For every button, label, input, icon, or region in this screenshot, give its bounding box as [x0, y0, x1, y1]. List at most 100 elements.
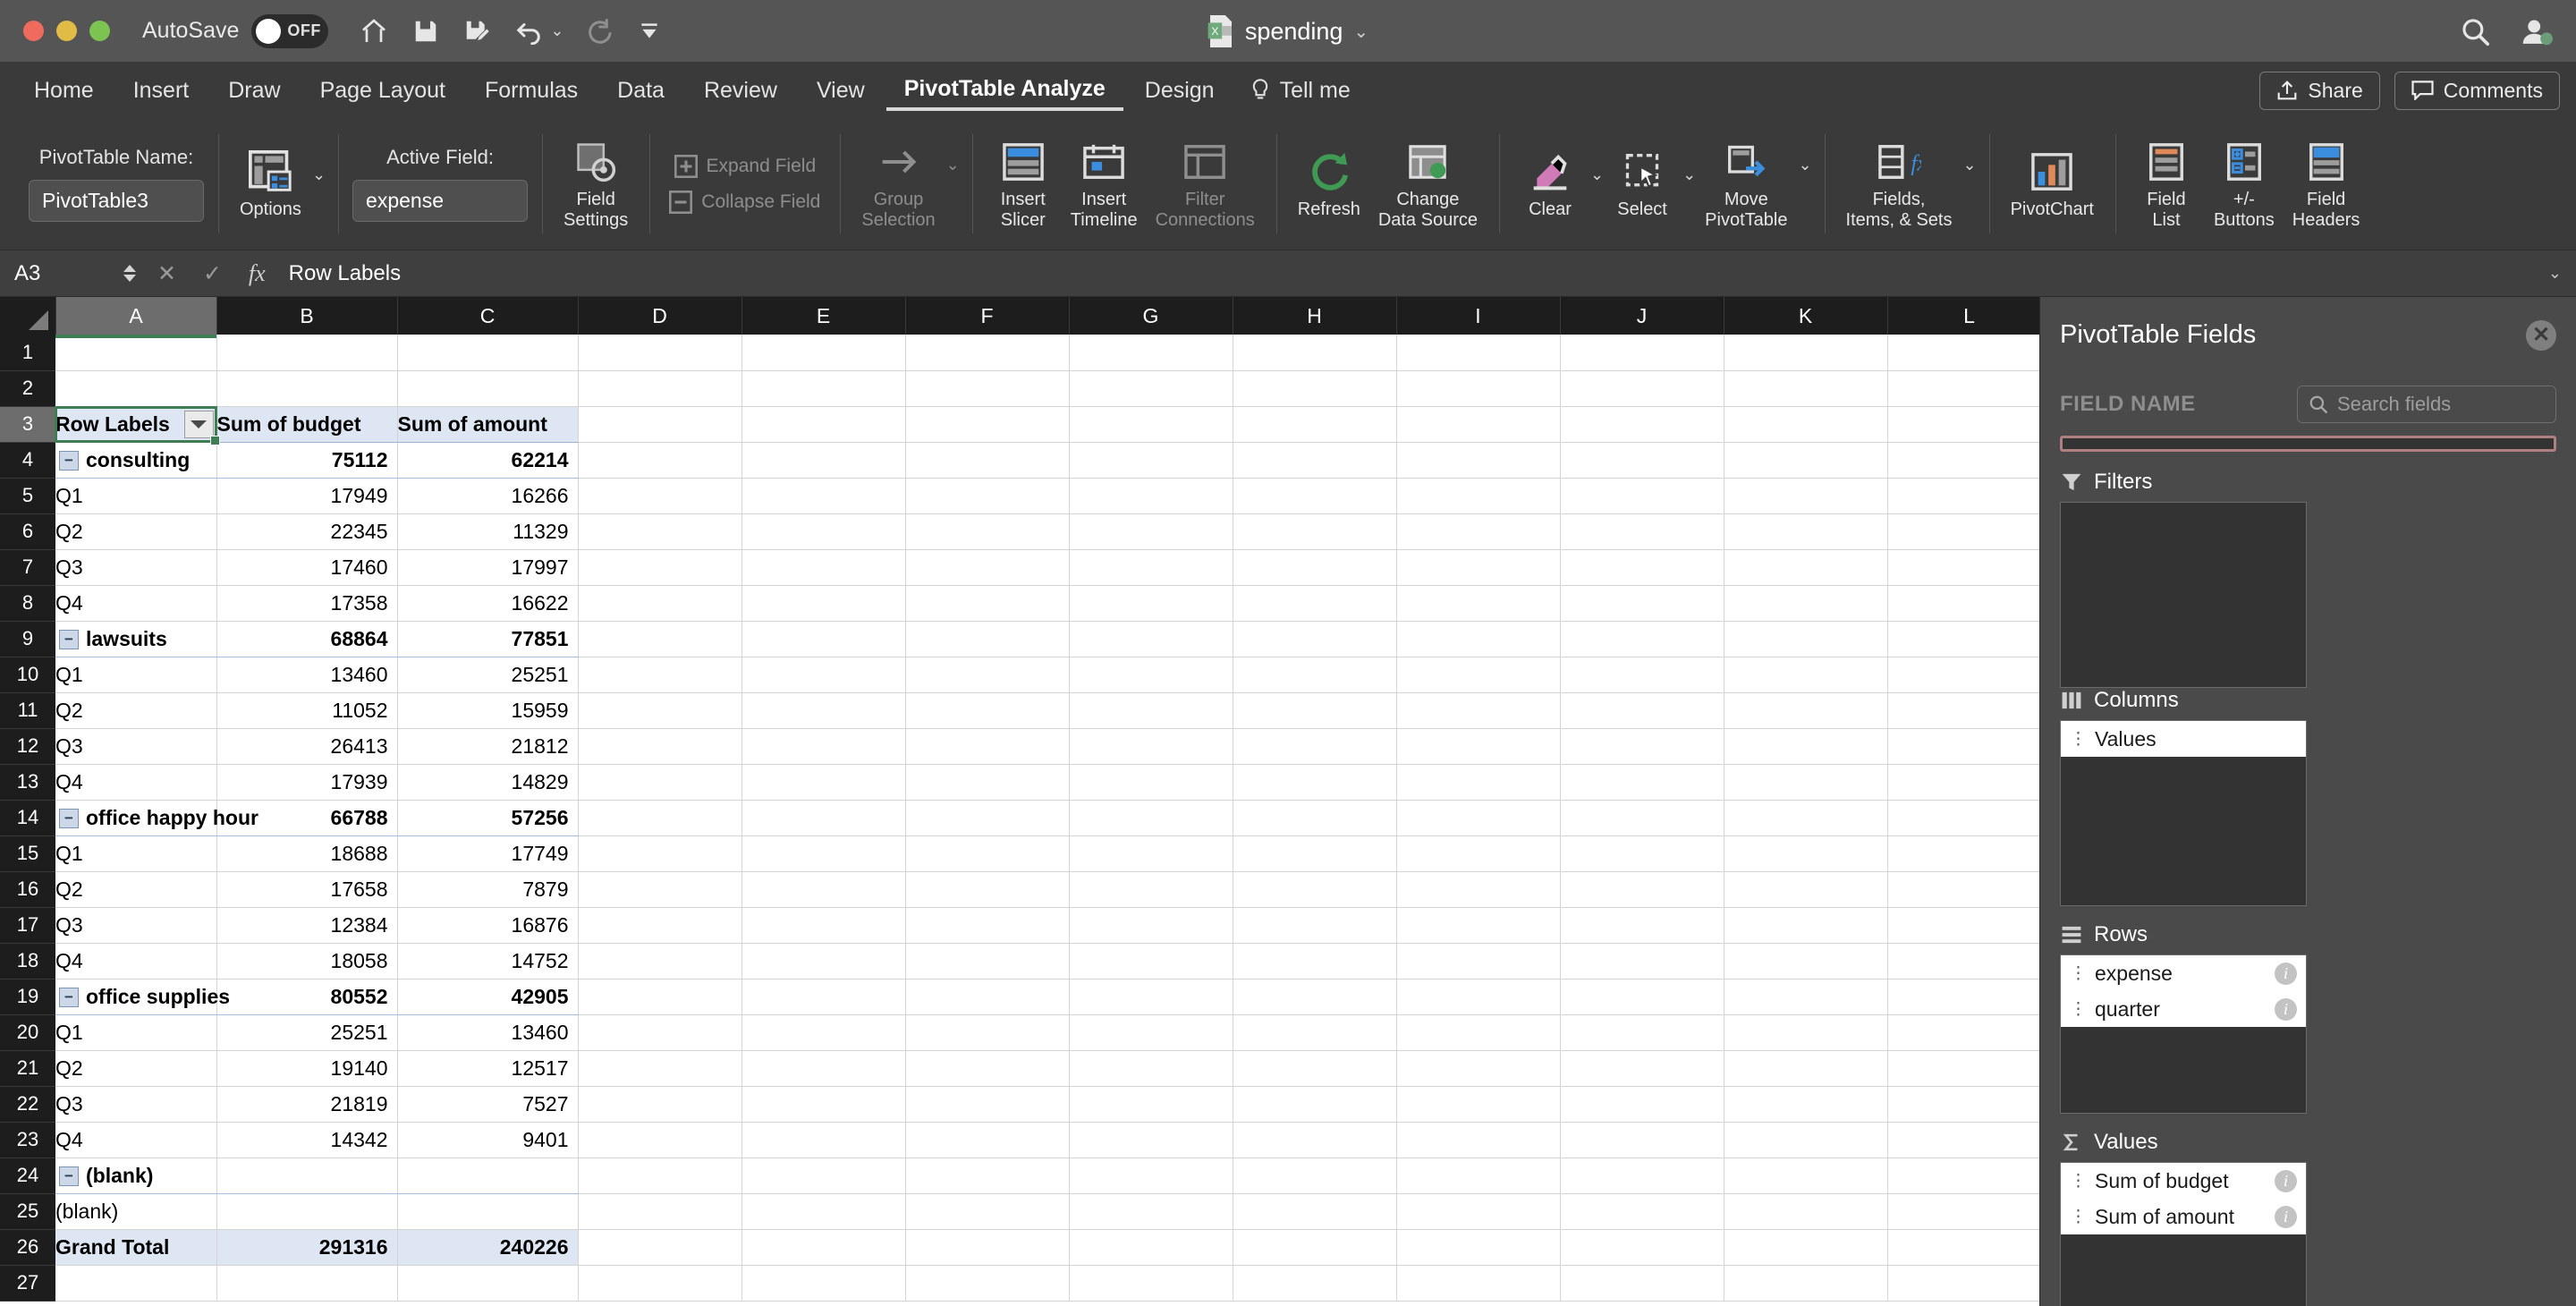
tab-review[interactable]: Review [686, 72, 795, 109]
tab-design[interactable]: Design [1127, 72, 1233, 109]
column-header-l[interactable]: L [1887, 297, 2039, 335]
cell-K9[interactable] [1724, 621, 1888, 657]
tab-page-layout[interactable]: Page Layout [302, 72, 463, 109]
cell-H23[interactable] [1233, 1122, 1397, 1158]
cell-H2[interactable] [1233, 370, 1397, 407]
spinner-up-icon[interactable] [123, 265, 136, 272]
collapse-group-button[interactable]: − [59, 1166, 79, 1187]
cell-A5[interactable]: Q1 [55, 478, 217, 514]
zone-chip-sum-of-budget[interactable]: ⋮ Sum of budget i [2061, 1163, 2306, 1199]
autosave-control[interactable]: AutoSave OFF [142, 13, 329, 48]
cell-H3[interactable] [1233, 406, 1397, 443]
cell-C24[interactable] [397, 1158, 579, 1194]
cell-G9[interactable] [1069, 621, 1233, 657]
cell-C5[interactable]: 16266 [397, 478, 579, 514]
cell-G26[interactable] [1069, 1229, 1233, 1266]
cell-J8[interactable] [1560, 585, 1724, 622]
cell-A14[interactable]: − office happy hour [55, 800, 258, 836]
cell-D12[interactable] [578, 728, 742, 765]
cell-B16[interactable]: 17658 [216, 871, 398, 908]
cell-A12[interactable]: Q3 [55, 728, 217, 765]
drag-handle-icon[interactable]: ⋮ [2070, 1171, 2087, 1192]
cell-G8[interactable] [1069, 585, 1233, 622]
cell-H22[interactable] [1233, 1086, 1397, 1123]
cell-F14[interactable] [905, 800, 1070, 836]
cell-K2[interactable] [1724, 370, 1888, 407]
cell-A21[interactable]: Q2 [55, 1050, 217, 1087]
zone-chip-quarter[interactable]: ⋮ quarter i [2061, 991, 2306, 1027]
move-pivottable-button[interactable]: Move PivotTable [1696, 132, 1796, 236]
cell-G14[interactable] [1069, 800, 1233, 836]
cell-I1[interactable] [1396, 335, 1561, 371]
cell-C1[interactable] [397, 335, 579, 371]
cell-D18[interactable] [578, 943, 742, 980]
drag-handle-icon[interactable]: ⋮ [2070, 963, 2087, 984]
cell-F1[interactable] [905, 335, 1070, 371]
cell-A26[interactable]: Grand Total [55, 1229, 217, 1266]
cell-J16[interactable] [1560, 871, 1724, 908]
zone-chip-sum-of-amount[interactable]: ⋮ Sum of amount i [2061, 1199, 2306, 1234]
row-header-12[interactable]: 12 [0, 728, 55, 765]
cell-F17[interactable] [905, 907, 1070, 944]
select-all-corner[interactable] [0, 297, 56, 335]
cell-K26[interactable] [1724, 1229, 1888, 1266]
cell-L23[interactable] [1887, 1122, 2039, 1158]
select-chevron-down-icon[interactable]: ⌄ [1682, 165, 1696, 184]
collapse-group-button[interactable]: − [59, 630, 79, 650]
cell-I11[interactable] [1396, 692, 1561, 729]
zone-filters-body[interactable] [2060, 502, 2307, 688]
cell-B21[interactable]: 19140 [216, 1050, 398, 1087]
cell-J3[interactable] [1560, 406, 1724, 443]
cell-F21[interactable] [905, 1050, 1070, 1087]
cell-F16[interactable] [905, 871, 1070, 908]
cell-D3[interactable] [578, 406, 742, 443]
cell-F26[interactable] [905, 1229, 1070, 1266]
cell-I15[interactable] [1396, 835, 1561, 872]
zone-rows-body[interactable]: ⋮ expense i ⋮ quarter i [2060, 954, 2307, 1114]
minimize-window-button[interactable] [56, 21, 77, 41]
save-as-icon[interactable] [462, 18, 491, 45]
cell-H12[interactable] [1233, 728, 1397, 765]
row-header-7[interactable]: 7 [0, 549, 55, 586]
info-icon[interactable]: i [2275, 1169, 2297, 1192]
cell-E22[interactable] [741, 1086, 906, 1123]
cell-C17[interactable]: 16876 [397, 907, 579, 944]
cell-I18[interactable] [1396, 943, 1561, 980]
cell-H16[interactable] [1233, 871, 1397, 908]
cell-K24[interactable] [1724, 1158, 1888, 1194]
cell-E5[interactable] [741, 478, 906, 514]
change-data-source-button[interactable]: Change Data Source [1369, 132, 1487, 236]
drag-handle-icon[interactable]: ⋮ [2070, 999, 2087, 1020]
cell-K17[interactable] [1724, 907, 1888, 944]
cell-F7[interactable] [905, 549, 1070, 586]
insert-timeline-button[interactable]: Insert Timeline [1062, 132, 1147, 236]
field-item-expense[interactable]: expense [2063, 444, 2554, 449]
cell-F11[interactable] [905, 692, 1070, 729]
cell-J15[interactable] [1560, 835, 1724, 872]
cell-A27[interactable] [55, 1265, 217, 1302]
cell-I26[interactable] [1396, 1229, 1561, 1266]
cell-B10[interactable]: 13460 [216, 657, 398, 693]
pivotchart-button[interactable]: PivotChart [2002, 142, 2103, 225]
cell-I16[interactable] [1396, 871, 1561, 908]
cell-G1[interactable] [1069, 335, 1233, 371]
cell-B22[interactable]: 21819 [216, 1086, 398, 1123]
cell-B19[interactable]: 80552 [216, 979, 398, 1015]
cell-K1[interactable] [1724, 335, 1888, 371]
cell-E9[interactable] [741, 621, 906, 657]
cell-B6[interactable]: 22345 [216, 513, 398, 550]
cell-K27[interactable] [1724, 1265, 1888, 1302]
cell-E10[interactable] [741, 657, 906, 693]
cell-H20[interactable] [1233, 1014, 1397, 1051]
cell-C15[interactable]: 17749 [397, 835, 579, 872]
cell-B12[interactable]: 26413 [216, 728, 398, 765]
insert-function-icon[interactable]: fx [249, 260, 266, 287]
cell-A8[interactable]: Q4 [55, 585, 217, 622]
cell-J21[interactable] [1560, 1050, 1724, 1087]
tab-insert[interactable]: Insert [115, 72, 208, 109]
formula-input[interactable]: Row Labels [289, 261, 401, 286]
info-icon[interactable]: i [2275, 997, 2297, 1021]
collapse-field-button[interactable]: Collapse Field [662, 185, 827, 219]
cell-E7[interactable] [741, 549, 906, 586]
cell-G25[interactable] [1069, 1193, 1233, 1230]
